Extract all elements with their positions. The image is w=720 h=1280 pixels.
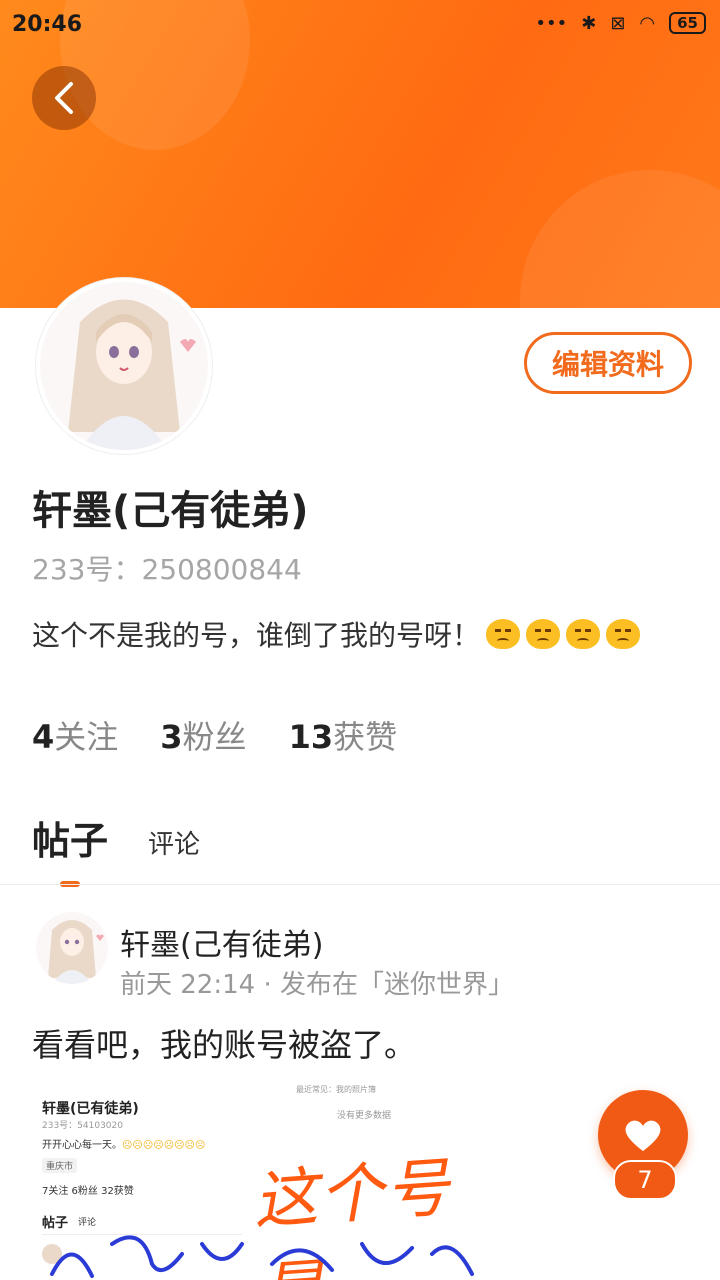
- like-count: 7: [613, 1160, 677, 1200]
- profile-id: 233号：250800844: [32, 553, 302, 586]
- tab-comments[interactable]: 评论: [148, 824, 200, 865]
- frown-emoji-icon: [606, 619, 641, 649]
- profile-avatar[interactable]: [36, 278, 212, 454]
- stat-followers[interactable]: 3粉丝: [160, 712, 246, 758]
- post-author-name[interactable]: 轩墨(己有徒弟): [120, 920, 323, 964]
- img-name: 轩墨(已有徒弟): [42, 1101, 139, 1117]
- content-tabs: 帖子 评论: [32, 810, 200, 887]
- profile-name: 轩墨(己有徒弟): [32, 488, 309, 534]
- img-bio: 开开心心每一天。☹☹☹☹☹☹☹☹: [42, 1140, 206, 1151]
- stat-following[interactable]: 4关注: [32, 712, 118, 758]
- img-stats: 7关注 6粉丝 32获赞: [42, 1186, 134, 1197]
- bluetooth-icon: ✱: [581, 12, 597, 34]
- status-time: 20:46: [12, 12, 83, 37]
- tab-posts[interactable]: 帖子: [32, 810, 108, 887]
- frown-emoji-icon: [566, 619, 601, 649]
- post-text: 看看吧，我的账号被盗了。: [32, 1026, 417, 1064]
- post-meta: 前天 22:14 · 发布在「迷你世界」: [120, 970, 514, 1000]
- frown-emoji-icon: [526, 619, 561, 649]
- no-sim-icon: ⊠: [610, 12, 626, 34]
- post-author-avatar[interactable]: [36, 912, 108, 984]
- heart-icon: [625, 1120, 661, 1151]
- frown-emoji-icon: [486, 619, 521, 649]
- more-dots-icon: •••: [535, 12, 568, 34]
- img-top-text: 最近常见：我的照片簿: [296, 1085, 376, 1094]
- profile-bio: 这个不是我的号，谁倒了我的号呀！: [32, 614, 641, 654]
- stat-likes[interactable]: 13获赞: [289, 712, 398, 758]
- img-uid: 233号：54103020: [42, 1121, 123, 1131]
- battery-icon: 65: [669, 12, 706, 34]
- profile-stats: 4关注 3粉丝 13获赞: [32, 712, 397, 758]
- post-image[interactable]: 轩墨(已有徒弟) 233号：54103020 开开心心每一天。☹☹☹☹☹☹☹☹ …: [32, 1084, 484, 1280]
- edit-profile-button[interactable]: 编辑资料: [524, 332, 692, 394]
- wifi-icon: ◠: [639, 12, 656, 34]
- tabs-divider: [0, 884, 720, 885]
- back-button[interactable]: [32, 66, 96, 130]
- status-bar: 20:46 ••• ✱ ⊠ ◠ 65: [0, 0, 720, 52]
- img-city: 重庆市: [42, 1158, 78, 1173]
- img-no-data: 没有更多数据: [337, 1111, 392, 1121]
- bio-text: 这个不是我的号，谁倒了我的号呀！: [32, 619, 481, 652]
- chevron-left-icon: [55, 82, 73, 114]
